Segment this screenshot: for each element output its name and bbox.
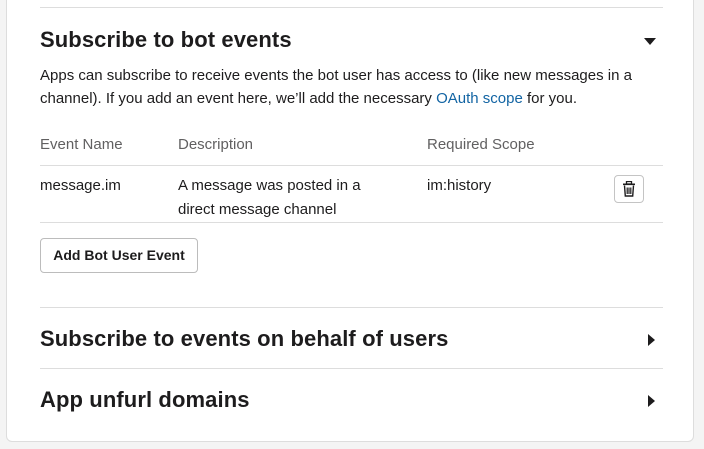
table-header-divider bbox=[40, 165, 663, 166]
caret-right-icon[interactable] bbox=[648, 334, 655, 346]
add-bot-user-event-button[interactable]: Add Bot User Event bbox=[40, 238, 198, 273]
caret-down-icon[interactable] bbox=[644, 38, 656, 45]
section-divider bbox=[40, 368, 663, 369]
event-name-link[interactable]: message.im bbox=[40, 174, 121, 198]
event-required-scope: im:history bbox=[427, 177, 492, 194]
table-row-divider bbox=[40, 222, 663, 223]
description-text-2: for you. bbox=[522, 90, 578, 107]
delete-event-button[interactable] bbox=[614, 175, 644, 203]
user-events-section-title[interactable]: Subscribe to events on behalf of users bbox=[40, 326, 448, 352]
bot-events-description: Apps can subscribe to receive events the… bbox=[40, 64, 670, 110]
column-header-required-scope: Required Scope bbox=[427, 136, 535, 153]
bot-events-section-title[interactable]: Subscribe to bot events bbox=[40, 27, 292, 53]
caret-right-icon[interactable] bbox=[648, 395, 655, 407]
section-divider bbox=[40, 307, 663, 308]
top-divider bbox=[40, 7, 663, 8]
column-header-description: Description bbox=[178, 136, 254, 153]
event-description: A message was posted in a direct message… bbox=[178, 177, 361, 218]
column-header-event-name: Event Name bbox=[40, 136, 123, 153]
unfurl-domains-section-title[interactable]: App unfurl domains bbox=[40, 387, 250, 413]
trash-icon bbox=[623, 181, 635, 197]
oauth-scope-link[interactable]: OAuth scope bbox=[436, 90, 523, 107]
event-subscriptions-card: Subscribe to bot events Apps can subscri… bbox=[6, 0, 694, 442]
